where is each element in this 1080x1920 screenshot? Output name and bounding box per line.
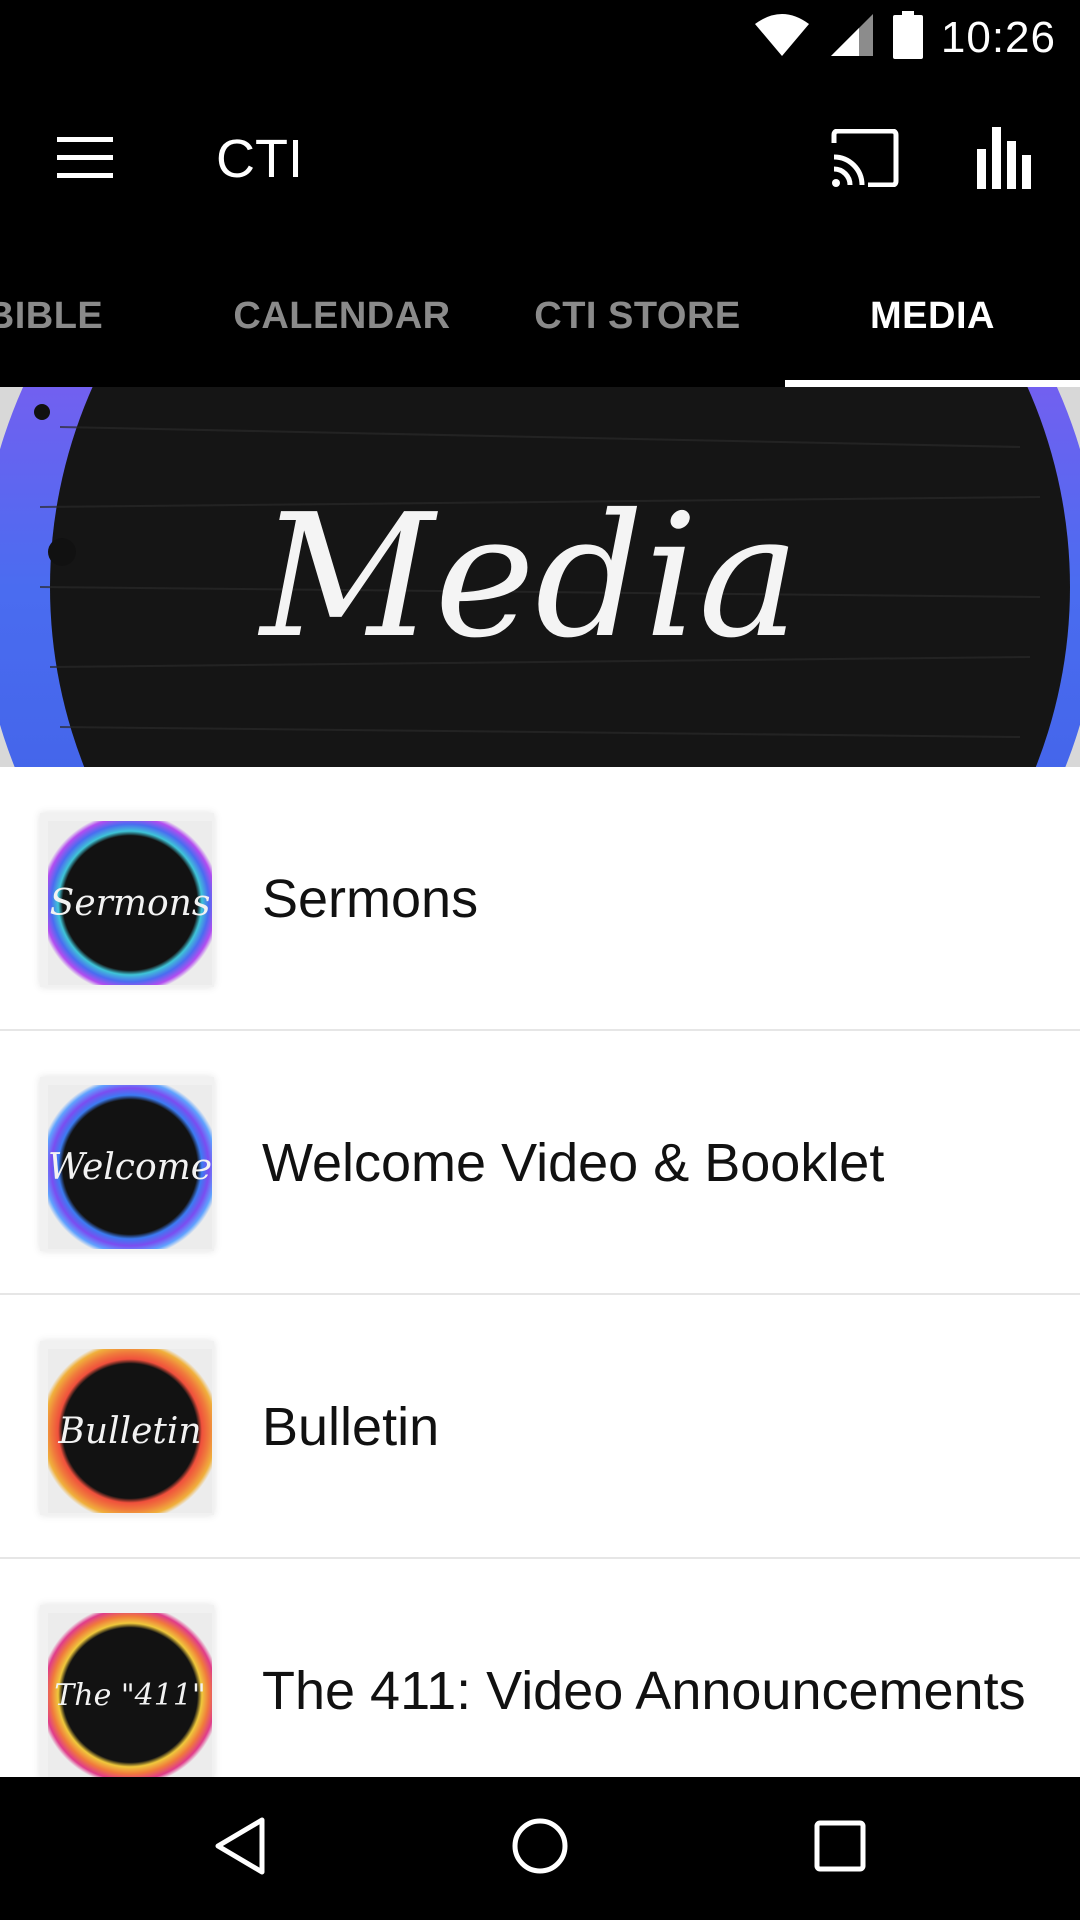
tab-calendar[interactable]: CALENDAR bbox=[232, 245, 452, 387]
status-time: 10:26 bbox=[940, 12, 1056, 62]
thumbnail: Sermons bbox=[40, 813, 214, 987]
tab-bar: BIBLE CALENDAR CTI STORE MEDIA bbox=[0, 245, 1080, 387]
banner-title: Media bbox=[260, 478, 800, 676]
cast-button[interactable] bbox=[820, 120, 910, 200]
app-title: CTI bbox=[216, 129, 303, 189]
status-icons: 10:26 bbox=[753, 10, 1056, 65]
hamburger-menu-icon bbox=[57, 136, 113, 184]
wifi-icon bbox=[753, 12, 811, 63]
list-item-label: Sermons bbox=[262, 869, 479, 929]
recents-button[interactable] bbox=[790, 1803, 890, 1893]
list-item-bulletin[interactable]: Bulletin Bulletin bbox=[0, 1295, 1080, 1559]
thumbnail-label: The "411" bbox=[54, 1677, 206, 1713]
thumbnail-label: Sermons bbox=[49, 882, 211, 924]
list-item-sermons[interactable]: Sermons Sermons bbox=[0, 767, 1080, 1031]
signal-icon bbox=[829, 12, 875, 63]
tab-media[interactable]: MEDIA bbox=[785, 245, 1080, 387]
list-item-welcome[interactable]: Welcome Welcome Video & Booklet bbox=[0, 1031, 1080, 1295]
system-nav-bar bbox=[0, 1777, 1080, 1920]
bar-chart-icon bbox=[977, 126, 1033, 194]
battery-icon bbox=[892, 11, 923, 64]
active-tab-indicator bbox=[785, 380, 1080, 387]
home-button[interactable] bbox=[490, 1803, 590, 1893]
home-icon bbox=[511, 1817, 569, 1880]
list-item-label: Bulletin bbox=[262, 1397, 440, 1457]
stats-button[interactable] bbox=[960, 120, 1050, 200]
tab-bible[interactable]: BIBLE bbox=[0, 245, 120, 387]
list-item-411[interactable]: The "411" The 411: Video Announcements bbox=[0, 1559, 1080, 1777]
thumbnail: The "411" bbox=[40, 1605, 214, 1777]
status-bar: 10:26 bbox=[0, 0, 1080, 75]
tab-cti-store[interactable]: CTI STORE bbox=[525, 245, 750, 387]
thumbnail-label: Welcome bbox=[47, 1146, 213, 1188]
list-item-label: The 411: Video Announcements bbox=[262, 1661, 1026, 1721]
back-icon bbox=[212, 1816, 268, 1881]
thumbnail-label: Bulletin bbox=[58, 1410, 202, 1452]
recents-icon bbox=[814, 1820, 866, 1877]
thumbnail: Bulletin bbox=[40, 1341, 214, 1515]
thumbnail: Welcome bbox=[40, 1077, 214, 1251]
cast-icon bbox=[830, 128, 900, 192]
menu-button[interactable] bbox=[40, 120, 130, 200]
list-item-label: Welcome Video & Booklet bbox=[262, 1133, 885, 1193]
back-button[interactable] bbox=[190, 1803, 290, 1893]
app-bar: CTI bbox=[0, 75, 1080, 245]
media-banner: Media bbox=[0, 387, 1080, 767]
media-list: Sermons Sermons Welcome Welcome Video & … bbox=[0, 767, 1080, 1777]
